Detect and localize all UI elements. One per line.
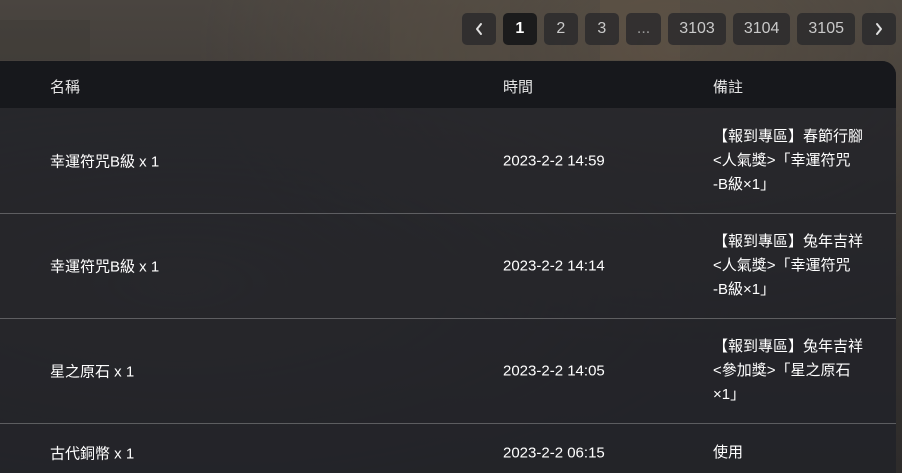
note-line: <人氣獎>「幸運符咒: [713, 151, 851, 169]
note-line: -B級×1」: [713, 175, 776, 193]
records-table: 名稱 時間 備註 幸運符咒B級 x 1 2023-2-2 14:59 【報到專區…: [0, 61, 896, 473]
row-time: 2023-2-2 14:05: [503, 362, 605, 380]
row-name: 星之原石 x 1: [50, 363, 135, 381]
note-line: 使用: [713, 444, 744, 461]
row-name: 古代銅幣 x 1: [50, 445, 135, 463]
prev-page-button[interactable]: [461, 13, 496, 45]
row-time: 2023-2-2 06:15: [503, 444, 605, 462]
row-note: 【報到專區】兔年吉祥 <參加獎>「星之原石 ×1」: [713, 335, 883, 407]
table-row: 幸運符咒B級 x 1 2023-2-2 14:59 【報到專區】春節行腳 <人氣…: [0, 108, 896, 214]
note-line: <參加獎>「星之原石: [713, 362, 851, 379]
note-line: 【報到專區】春節行腳: [713, 127, 864, 145]
header-name: 名稱: [50, 79, 81, 96]
page-button-1[interactable]: 1: [502, 13, 537, 45]
note-line: -B級×1」: [713, 281, 776, 298]
note-line: 【報到專區】兔年吉祥: [713, 338, 864, 355]
table-header: 名稱 時間 備註: [0, 61, 896, 108]
page-button-2[interactable]: 2: [543, 13, 578, 45]
note-line: 【報到專區】兔年吉祥: [713, 233, 864, 250]
page-button-3105[interactable]: 3105: [797, 13, 855, 45]
table-row: 古代銅幣 x 1 2023-2-2 06:15 使用: [0, 424, 896, 473]
row-time: 2023-2-2 14:59: [503, 152, 605, 169]
header-note: 備註: [713, 79, 744, 96]
pagination: 1 2 3 ... 3103 3104 3105: [461, 13, 896, 45]
table-row: 幸運符咒B級 x 1 2023-2-2 14:14 【報到專區】兔年吉祥 <人氣…: [0, 214, 896, 319]
row-name: 幸運符咒B級 x 1: [50, 258, 160, 276]
chevron-right-icon: [874, 22, 884, 36]
row-name: 幸運符咒B級 x 1: [50, 153, 160, 170]
page-button-3104[interactable]: 3104: [732, 13, 791, 45]
header-time: 時間: [503, 79, 534, 96]
chevron-left-icon: [474, 22, 484, 36]
note-line: <人氣獎>「幸運符咒: [713, 257, 851, 274]
row-time: 2023-2-2 14:14: [503, 257, 605, 275]
next-page-button[interactable]: [862, 13, 896, 45]
page-ellipsis[interactable]: ...: [625, 13, 662, 45]
page-button-3103[interactable]: 3103: [668, 13, 726, 45]
page-button-3[interactable]: 3: [584, 13, 619, 45]
row-note: 使用: [713, 441, 883, 465]
note-line: ×1」: [713, 386, 746, 403]
row-note: 【報到專區】春節行腳 <人氣獎>「幸運符咒 -B級×1」: [713, 125, 883, 197]
row-note: 【報到專區】兔年吉祥 <人氣獎>「幸運符咒 -B級×1」: [713, 230, 883, 302]
table-row: 星之原石 x 1 2023-2-2 14:05 【報到專區】兔年吉祥 <參加獎>…: [0, 319, 896, 424]
